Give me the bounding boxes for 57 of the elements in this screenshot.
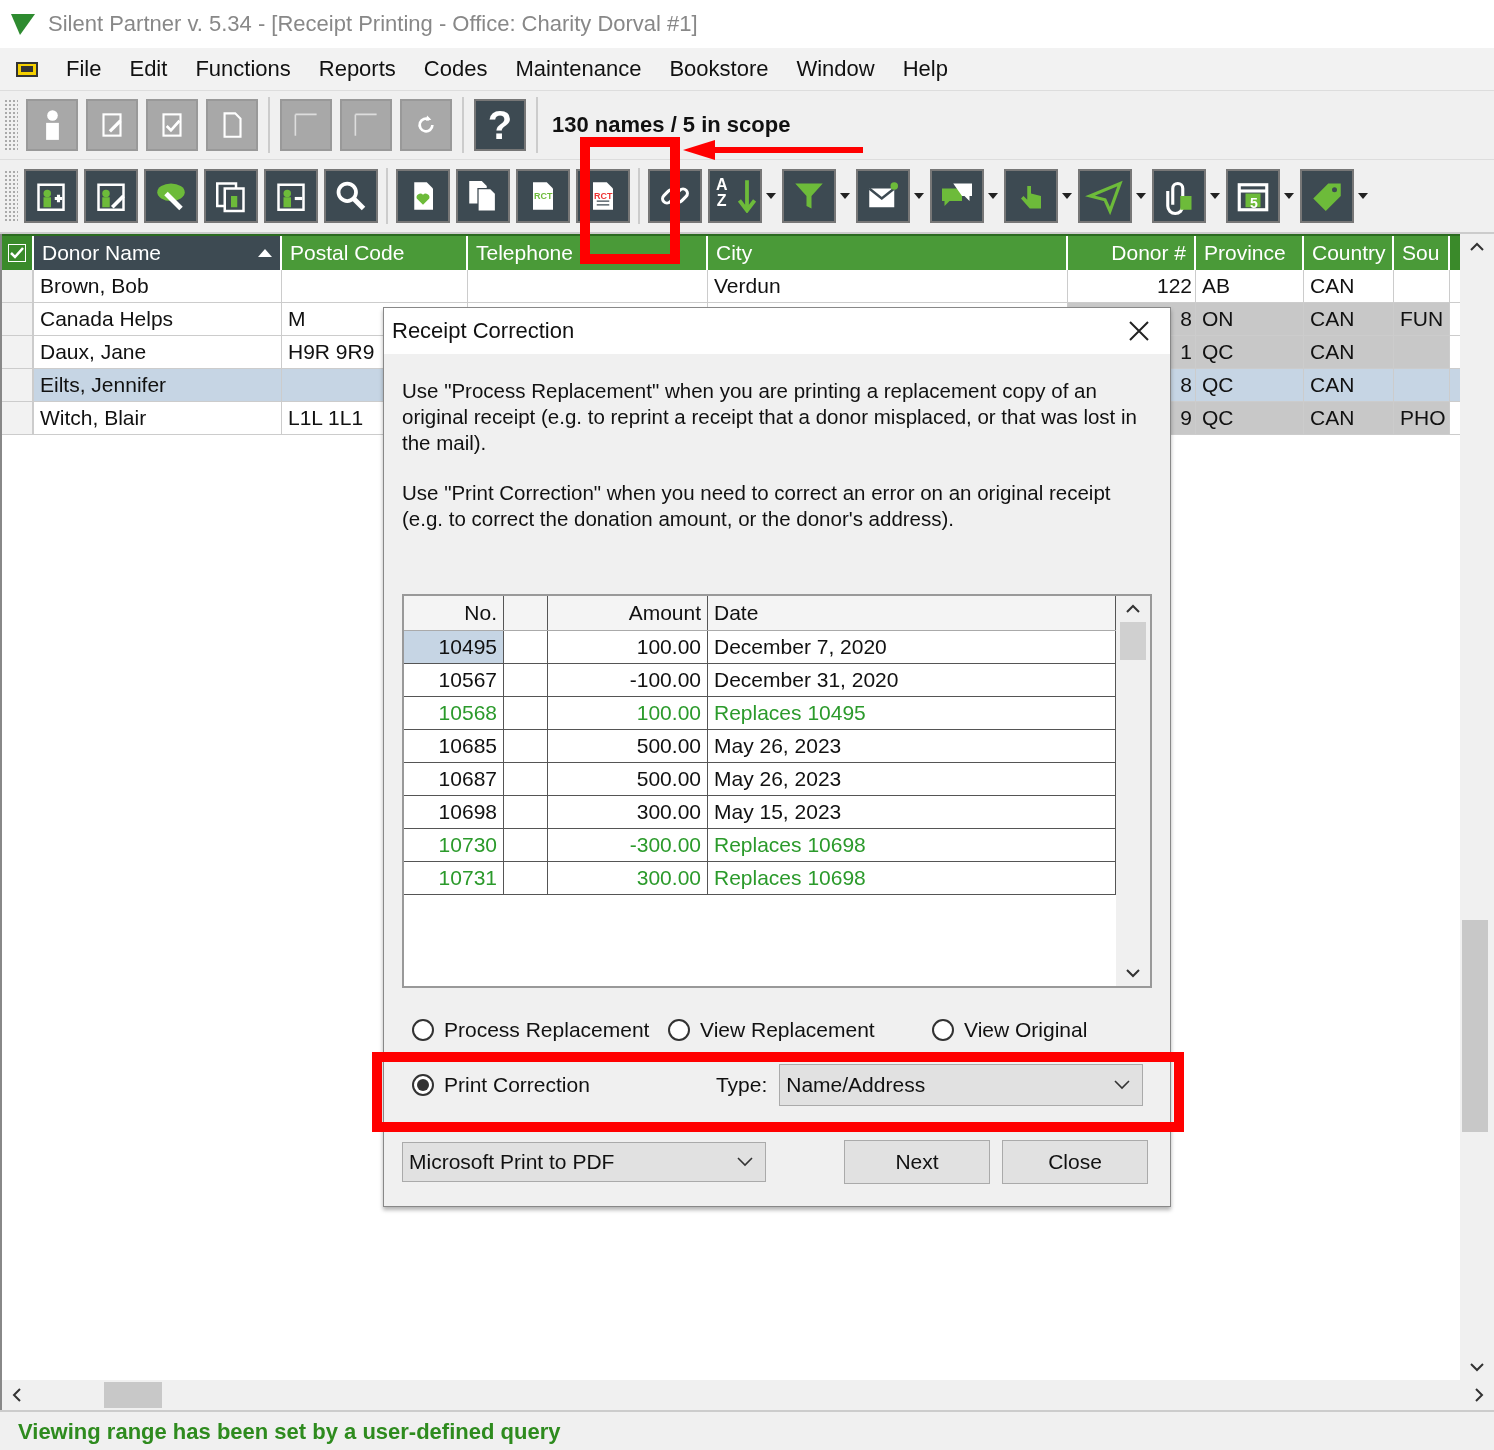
table-cell: CAN	[1310, 406, 1355, 430]
table-cell: QC	[1202, 340, 1234, 364]
table-cell: December 31, 2020	[714, 668, 899, 692]
table-cell: Witch, Blair	[40, 406, 147, 430]
type-label: Type:	[715, 1073, 768, 1097]
table-cell: May 26, 2023	[714, 734, 842, 758]
table-cell: -300.00	[629, 833, 701, 857]
table-cell: 10730	[404, 829, 504, 861]
table-cell: QC	[1202, 406, 1234, 430]
table-cell: May 26, 2023	[714, 767, 842, 791]
table-cell: Brown, Bob	[40, 274, 149, 298]
table-cell: 1	[1180, 340, 1192, 364]
table-cell: 10687	[404, 763, 504, 795]
table-cell: M	[288, 307, 306, 331]
table-cell: 100.00	[636, 701, 701, 725]
instruction-text: Use "Process Replacement" when you are printing a replacement copy of an original receipt (e.g. to reprint a receipt that a donor misplaced, or that was lost in the mail).	[402, 378, 1138, 456]
status-message: Viewing range has been set by a user-defined query	[18, 1419, 561, 1445]
table-cell: ON	[1202, 307, 1234, 331]
table-cell: Verdun	[714, 274, 781, 298]
table-cell: 122	[1156, 274, 1192, 298]
table-cell: 10495	[404, 631, 504, 663]
instruction-text: Use "Print Correction" when you need to correct an error on an original receipt (e.g. to correct the donation amount, or the donor's address).	[402, 480, 1112, 532]
table-cell: 100.00	[636, 635, 701, 659]
table-cell: -100.00	[629, 668, 701, 692]
table-cell: 9	[1180, 406, 1192, 430]
window-title: Silent Partner v. 5.34 - [Receipt Printing - Office: Charity Dorval #1]	[48, 11, 698, 37]
table-cell: Eilts, Jennifer	[40, 373, 167, 397]
table-cell: PHO	[1400, 406, 1446, 430]
table-cell: 10567	[404, 664, 504, 696]
scope-count: 130 names / 5 in scope	[552, 112, 791, 138]
table-cell: Replaces 10495	[714, 701, 866, 725]
table-cell: 300.00	[636, 800, 701, 824]
table-cell: Canada Helps	[40, 307, 174, 331]
table-cell: CAN	[1310, 340, 1355, 364]
table-cell: Daux, Jane	[40, 340, 147, 364]
dialog-title: Receipt Correction	[392, 318, 575, 344]
table-cell: L1L 1L1	[288, 406, 364, 430]
table-cell: AB	[1202, 274, 1230, 298]
table-cell: December 7, 2020	[714, 635, 887, 659]
table-cell: 500.00	[636, 767, 701, 791]
table-cell: 500.00	[636, 734, 701, 758]
table-cell: Replaces 10698	[714, 866, 866, 890]
table-cell: 10731	[404, 862, 504, 894]
table-cell: CAN	[1310, 307, 1355, 331]
table-cell: CAN	[1310, 373, 1355, 397]
table-cell: CAN	[1310, 274, 1355, 298]
table-cell: 10685	[404, 730, 504, 762]
table-cell: 10698	[404, 796, 504, 828]
table-cell: 10568	[404, 697, 504, 729]
table-cell: H9R 9R9	[288, 340, 375, 364]
table-cell: FUN	[1400, 307, 1444, 331]
table-cell: Replaces 10698	[714, 833, 866, 857]
table-cell: QC	[1202, 373, 1234, 397]
table-cell: 8	[1180, 373, 1192, 397]
table-cell: May 15, 2023	[714, 800, 842, 824]
table-cell: 8	[1180, 307, 1192, 331]
table-cell: 300.00	[636, 866, 701, 890]
